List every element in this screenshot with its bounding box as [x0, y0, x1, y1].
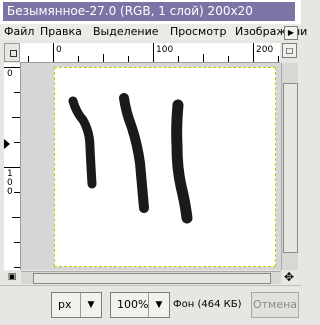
- menu-bar: Файл Правка Выделение Просмотр Изображен…: [0, 24, 307, 40]
- chevron-down-icon: ▼: [80, 293, 101, 317]
- brush-stroke-2: [119, 93, 149, 213]
- menu-edit[interactable]: Правка: [40, 24, 82, 40]
- quick-mask-toggle[interactable]: [4, 43, 20, 62]
- chevron-down-icon: ▼: [148, 293, 169, 317]
- status-message: Фон (464 КБ): [173, 299, 242, 310]
- ruler-label-v-0: 0: [7, 69, 13, 79]
- zoom-to-fit-button[interactable]: □: [282, 43, 297, 58]
- ruler-label-100: 100: [156, 45, 174, 55]
- zoom-value: 100%: [117, 298, 149, 311]
- menu-square-icon: [10, 50, 17, 57]
- cancel-button[interactable]: Отмена: [251, 292, 299, 318]
- horizontal-scrollbar[interactable]: [21, 271, 281, 284]
- title-background: Безымянное-27.0 (RGB, 1 слой) 200x20: [3, 2, 295, 21]
- horizontal-scroll-thumb[interactable]: [33, 273, 271, 284]
- vertical-scroll-thumb[interactable]: [283, 83, 298, 253]
- menu-file[interactable]: Файл: [4, 24, 34, 40]
- menu-view[interactable]: Просмотр: [170, 24, 226, 40]
- right-arrow-icon[interactable]: ▶: [284, 26, 298, 40]
- image-canvas[interactable]: [54, 67, 276, 267]
- unit-value: px: [58, 298, 72, 311]
- ruler-ticks-v: [4, 67, 20, 268]
- brush-stroke-1: [68, 96, 97, 189]
- brush-stroke-3: [171, 99, 193, 224]
- canvas-area[interactable]: [21, 63, 281, 270]
- ruler-label-0: 0: [56, 45, 62, 55]
- window-title: Безымянное-27.0 (RGB, 1 слой) 200x20: [7, 4, 253, 18]
- zoom-selector[interactable]: 100% ▼: [110, 292, 170, 318]
- navigate-icon[interactable]: ✥: [281, 271, 297, 283]
- unit-selector[interactable]: px ▼: [51, 292, 102, 318]
- ruler-label-v-100: 100: [7, 169, 13, 197]
- status-bar: px ▼ 100% ▼ Фон (464 КБ) Отмена: [0, 285, 301, 325]
- brush-strokes: [68, 93, 193, 224]
- quick-mask-icon[interactable]: ▣: [4, 271, 20, 283]
- title-bar[interactable]: Безымянное-27.0 (RGB, 1 слой) 200x20: [0, 0, 301, 24]
- vertical-scrollbar[interactable]: [281, 63, 298, 270]
- horizontal-ruler[interactable]: 0 100 200: [20, 43, 280, 63]
- vertical-ruler[interactable]: 0 100: [4, 63, 21, 270]
- image-window: Безымянное-27.0 (RGB, 1 слой) 200x20 Фай…: [0, 0, 307, 325]
- ruler-label-200: 200: [256, 45, 274, 55]
- menu-select[interactable]: Выделение: [93, 24, 159, 40]
